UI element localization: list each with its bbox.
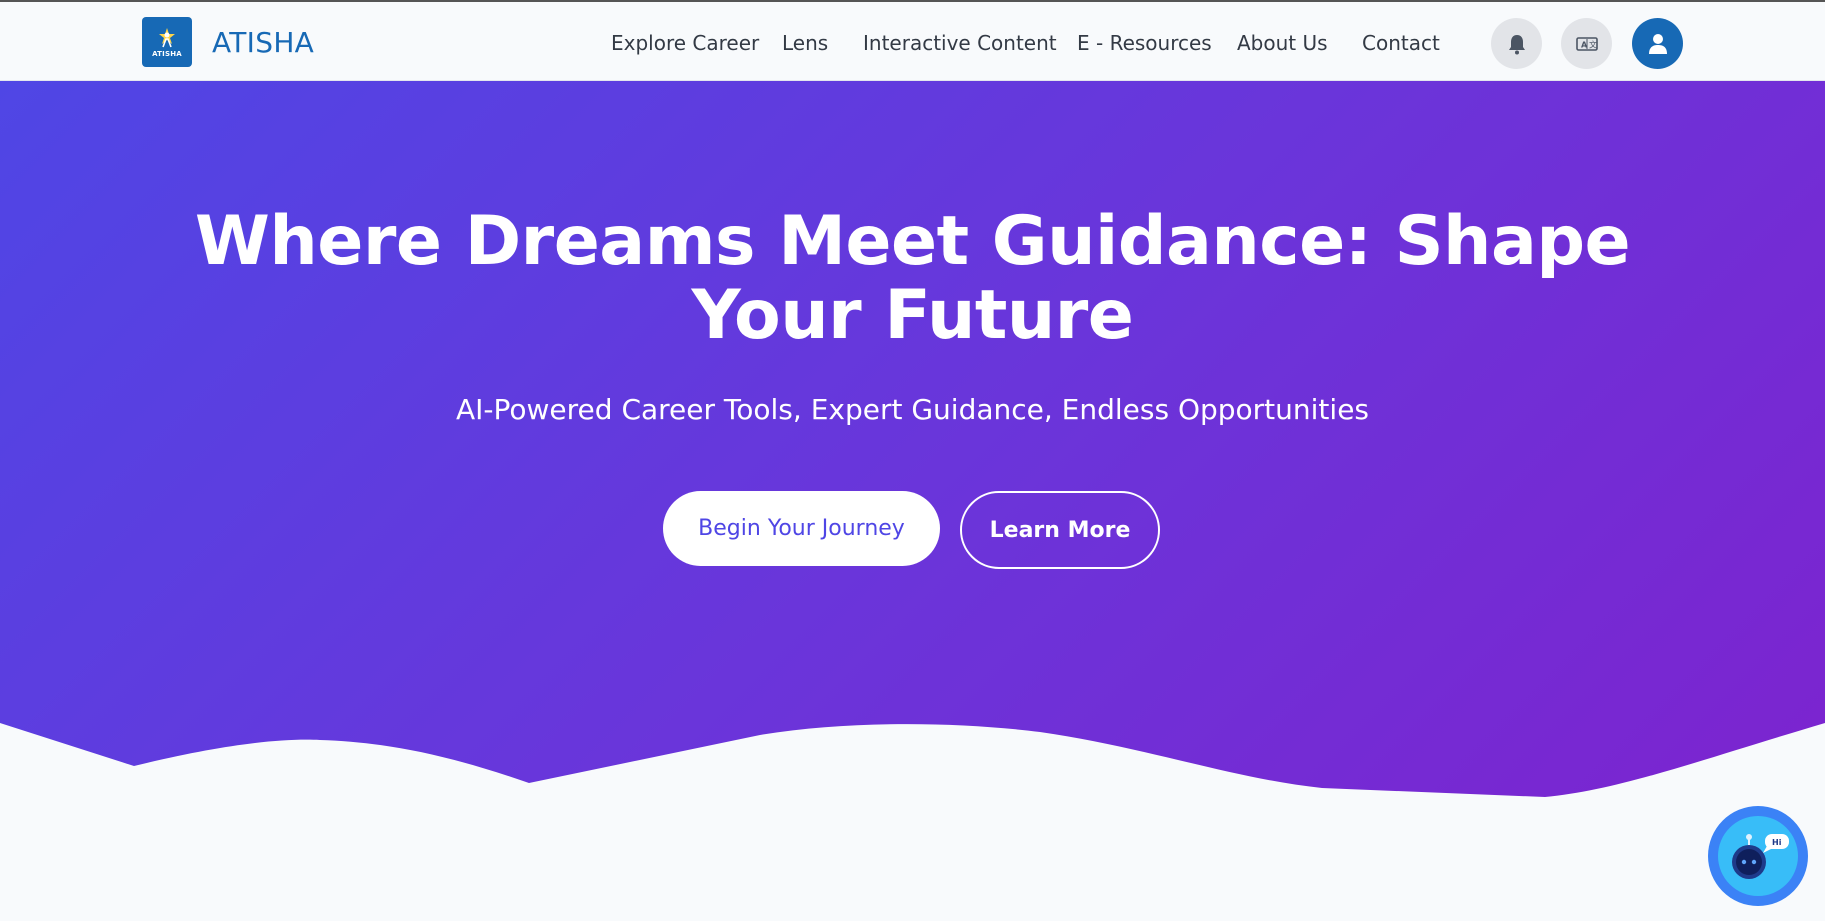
nav-interactive-content[interactable]: Interactive Content [863, 31, 1057, 55]
hero-title: Where Dreams Meet Guidance: Shape Your F… [0, 205, 1825, 353]
hero-subtitle: AI-Powered Career Tools, Expert Guidance… [455, 393, 1370, 426]
notifications-button[interactable] [1491, 18, 1542, 69]
bell-icon [1508, 34, 1525, 54]
nav-lens[interactable]: Lens [782, 31, 828, 55]
hero-title-line1: Where Dreams Meet Guidance: Shape [194, 202, 1631, 281]
hero-title-line2: Your Future [691, 276, 1134, 355]
nav-e-resources[interactable]: E - Resources [1077, 31, 1212, 55]
chatbot-bubble-text: Hi [1772, 838, 1782, 847]
nav-contact[interactable]: Contact [1362, 31, 1440, 55]
user-profile-button[interactable] [1632, 18, 1683, 69]
nav-explore-career[interactable]: Explore Career [611, 31, 759, 55]
language-button[interactable]: A 文 [1561, 18, 1612, 69]
translate-icon: A 文 [1575, 36, 1598, 51]
chatbot-button[interactable]: Hi [1708, 806, 1808, 906]
learn-more-button[interactable]: Learn More [960, 491, 1160, 569]
user-icon [1648, 33, 1667, 54]
begin-journey-button[interactable]: Begin Your Journey [663, 491, 940, 566]
top-navbar: ATISHA ATISHA Explore Career Lens Intera… [0, 0, 1825, 81]
chatbot-avatar: Hi [1718, 816, 1798, 896]
svg-text:文: 文 [1589, 39, 1597, 49]
main-nav: Explore Career Lens Interactive Content … [0, 2, 1825, 83]
nav-about-us[interactable]: About Us [1237, 31, 1328, 55]
robot-icon: Hi [1732, 834, 1789, 879]
